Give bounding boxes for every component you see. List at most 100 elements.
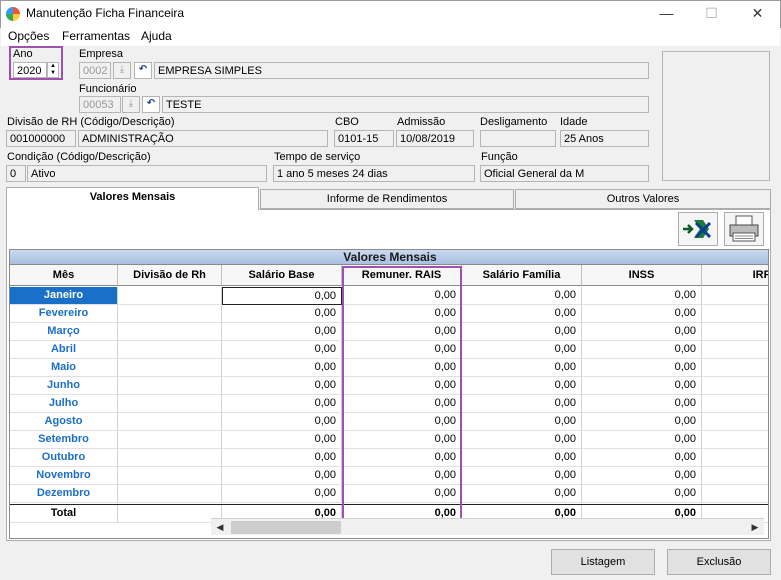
menu-ferramentas[interactable]: Ferramentas <box>62 29 130 43</box>
table-row[interactable]: Agosto 0,00 0,00 0,00 0,00 <box>10 413 768 431</box>
irf-cell[interactable] <box>702 395 768 413</box>
tab-valores-mensais[interactable]: Valores Mensais <box>6 187 259 210</box>
salario-familia-cell[interactable]: 0,00 <box>462 413 582 431</box>
inss-cell[interactable]: 0,00 <box>582 305 702 323</box>
empresa-code-input[interactable]: 0002 <box>79 62 111 79</box>
month-cell[interactable]: Outubro <box>10 449 118 467</box>
divisao-cell[interactable] <box>118 359 222 377</box>
month-cell[interactable]: Março <box>10 323 118 341</box>
table-row[interactable]: Março 0,00 0,00 0,00 0,00 <box>10 323 768 341</box>
remuner-rais-cell[interactable]: 0,00 <box>342 413 462 431</box>
remuner-rais-cell[interactable]: 0,00 <box>342 341 462 359</box>
month-cell[interactable]: Fevereiro <box>10 305 118 323</box>
funcionario-undo-icon[interactable]: ↶ <box>142 96 160 113</box>
scroll-right-icon[interactable]: ▶ <box>748 521 762 534</box>
divisao-cell[interactable] <box>118 305 222 323</box>
salario-base-cell[interactable]: 0,00 <box>222 341 342 359</box>
table-row[interactable]: Maio 0,00 0,00 0,00 0,00 <box>10 359 768 377</box>
inss-cell[interactable]: 0,00 <box>582 359 702 377</box>
inss-cell[interactable]: 0,00 <box>582 323 702 341</box>
excel-export-icon[interactable] <box>678 212 718 246</box>
table-row[interactable]: Abril 0,00 0,00 0,00 0,00 <box>10 341 768 359</box>
menu-ajuda[interactable]: Ajuda <box>141 29 172 43</box>
inss-cell[interactable]: 0,00 <box>582 449 702 467</box>
table-row[interactable]: Fevereiro 0,00 0,00 0,00 0,00 <box>10 305 768 323</box>
salario-base-cell[interactable]: 0,00 <box>222 377 342 395</box>
table-row[interactable]: Setembro 0,00 0,00 0,00 0,00 <box>10 431 768 449</box>
col-header-divisao[interactable]: Divisão de Rh <box>118 265 222 286</box>
remuner-rais-cell[interactable]: 0,00 <box>342 323 462 341</box>
salario-base-cell[interactable]: 0,00 <box>222 485 342 503</box>
irf-cell[interactable] <box>702 467 768 485</box>
irf-cell[interactable] <box>702 359 768 377</box>
close-button[interactable]: ✕ <box>735 0 780 28</box>
irf-cell[interactable] <box>702 485 768 503</box>
irf-cell[interactable] <box>702 431 768 449</box>
scroll-left-icon[interactable]: ◀ <box>213 521 227 534</box>
salario-base-cell[interactable]: 0,00 <box>222 287 342 305</box>
month-cell[interactable]: Julho <box>10 395 118 413</box>
salario-base-cell[interactable]: 0,00 <box>222 449 342 467</box>
ano-input[interactable]: 2020 <box>13 62 47 78</box>
remuner-rais-cell[interactable]: 0,00 <box>342 377 462 395</box>
ano-spinner[interactable]: ▲ ▼ <box>47 62 59 78</box>
col-header-salario-base[interactable]: Salário Base <box>222 265 342 286</box>
divisao-cell[interactable] <box>118 377 222 395</box>
divisao-cell[interactable] <box>118 467 222 485</box>
tab-outros-valores[interactable]: Outros Valores <box>515 189 771 209</box>
table-row[interactable]: Julho 0,00 0,00 0,00 0,00 <box>10 395 768 413</box>
col-header-irf[interactable]: IRF <box>702 265 768 286</box>
salario-familia-cell[interactable]: 0,00 <box>462 431 582 449</box>
remuner-rais-cell[interactable]: 0,00 <box>342 305 462 323</box>
col-header-mes[interactable]: Mês <box>10 265 118 286</box>
table-row[interactable]: Junho 0,00 0,00 0,00 0,00 <box>10 377 768 395</box>
salario-familia-cell[interactable]: 0,00 <box>462 323 582 341</box>
salario-familia-cell[interactable]: 0,00 <box>462 287 582 305</box>
month-cell[interactable]: Janeiro <box>10 287 118 305</box>
salario-familia-cell[interactable]: 0,00 <box>462 485 582 503</box>
salario-familia-cell[interactable]: 0,00 <box>462 449 582 467</box>
minimize-button[interactable]: — <box>644 0 689 28</box>
divisao-cell[interactable] <box>118 485 222 503</box>
printer-icon[interactable] <box>724 212 764 246</box>
irf-cell[interactable] <box>702 305 768 323</box>
scroll-thumb[interactable] <box>231 521 341 534</box>
remuner-rais-cell[interactable]: 0,00 <box>342 395 462 413</box>
salario-familia-cell[interactable]: 0,00 <box>462 395 582 413</box>
salario-familia-cell[interactable]: 0,00 <box>462 467 582 485</box>
irf-cell[interactable] <box>702 377 768 395</box>
remuner-rais-cell[interactable]: 0,00 <box>342 359 462 377</box>
irf-cell[interactable] <box>702 413 768 431</box>
salario-base-cell[interactable]: 0,00 <box>222 359 342 377</box>
menu-opcoes[interactable]: Opções <box>8 29 49 43</box>
month-cell[interactable]: Novembro <box>10 467 118 485</box>
irf-cell[interactable] <box>702 449 768 467</box>
inss-cell[interactable]: 0,00 <box>582 467 702 485</box>
divisao-cell[interactable] <box>118 413 222 431</box>
table-row[interactable]: Janeiro 0,00 0,00 0,00 0,00 <box>10 287 768 305</box>
col-header-remuner-rais[interactable]: Remuner. RAIS <box>342 265 462 286</box>
remuner-rais-cell[interactable]: 0,00 <box>342 485 462 503</box>
divisao-cell[interactable] <box>118 431 222 449</box>
divisao-cell[interactable] <box>118 323 222 341</box>
month-cell[interactable]: Abril <box>10 341 118 359</box>
divisao-cell[interactable] <box>118 395 222 413</box>
funcionario-download-icon[interactable]: ⤓ <box>122 96 140 113</box>
exclusao-button[interactable]: Exclusão <box>667 549 771 575</box>
inss-cell[interactable]: 0,00 <box>582 341 702 359</box>
inss-cell[interactable]: 0,00 <box>582 413 702 431</box>
empresa-undo-icon[interactable]: ↶ <box>134 62 152 79</box>
irf-cell[interactable] <box>702 323 768 341</box>
remuner-rais-cell[interactable]: 0,00 <box>342 287 462 305</box>
tab-informe-rendimentos[interactable]: Informe de Rendimentos <box>260 189 514 209</box>
month-cell[interactable]: Setembro <box>10 431 118 449</box>
inss-cell[interactable]: 0,00 <box>582 395 702 413</box>
remuner-rais-cell[interactable]: 0,00 <box>342 449 462 467</box>
divisao-cell[interactable] <box>118 287 222 305</box>
table-row[interactable]: Novembro 0,00 0,00 0,00 0,00 <box>10 467 768 485</box>
listagem-button[interactable]: Listagem <box>551 549 655 575</box>
irf-cell[interactable] <box>702 341 768 359</box>
salario-base-cell[interactable]: 0,00 <box>222 305 342 323</box>
salario-familia-cell[interactable]: 0,00 <box>462 305 582 323</box>
month-cell[interactable]: Dezembro <box>10 485 118 503</box>
